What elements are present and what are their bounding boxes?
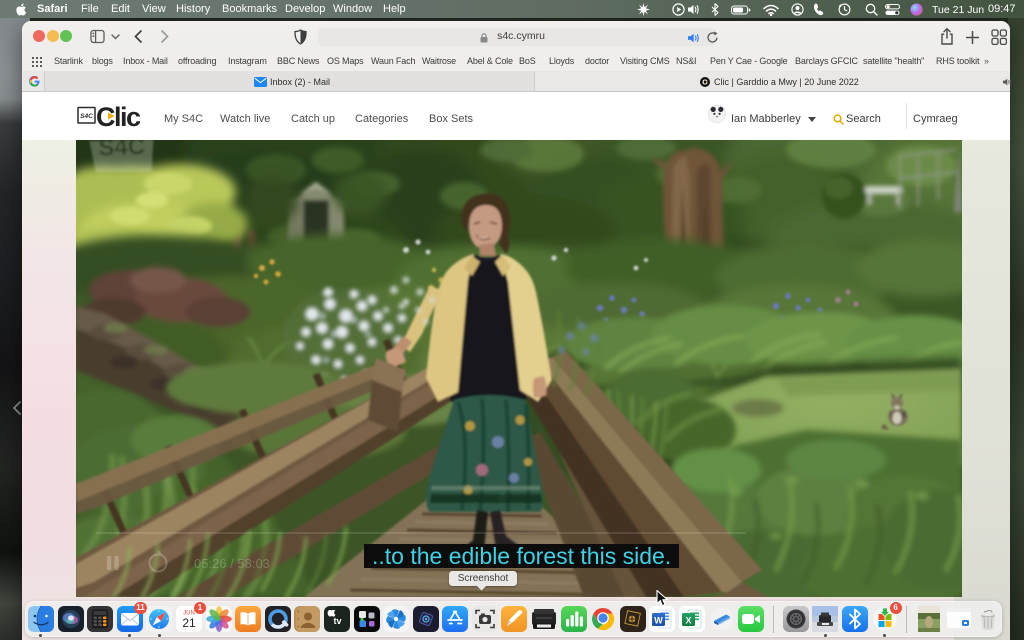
svg-text:tv: tv <box>333 616 341 626</box>
svg-text:W: W <box>655 616 664 626</box>
svg-text:S4C: S4C <box>98 140 146 162</box>
svg-text:05:26 / 58:03: 05:26 / 58:03 <box>194 556 270 571</box>
svg-text:S4C: S4C <box>80 113 93 120</box>
svg-text:21: 21 <box>182 616 196 630</box>
svg-text:X: X <box>686 616 692 626</box>
svg-text:Clic: Clic <box>96 102 141 130</box>
